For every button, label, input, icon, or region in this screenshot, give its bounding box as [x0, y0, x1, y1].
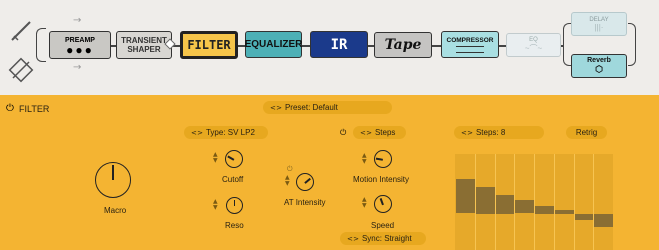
- step-divider: [534, 154, 535, 250]
- updown-icon[interactable]: ▲ ▼: [213, 152, 218, 164]
- step-divider: [554, 154, 555, 250]
- motion-mode-label: Steps: [374, 128, 396, 137]
- compressor-icon: [456, 45, 484, 53]
- steps-count-label: Steps: 8: [475, 128, 506, 137]
- motion-mode-selector[interactable]: < > Steps: [353, 126, 406, 139]
- module-ir[interactable]: IR: [310, 31, 368, 58]
- power-icon[interactable]: ⏻: [6, 103, 14, 114]
- step-bar[interactable]: [476, 187, 495, 214]
- eq-curve-icon: ~⌒~: [524, 43, 543, 53]
- step-sequencer[interactable]: [455, 154, 613, 250]
- chain-link: [302, 45, 310, 47]
- module-filter[interactable]: FILTER: [180, 31, 238, 59]
- step-bar[interactable]: [594, 214, 613, 227]
- preset-label: Preset: Default: [284, 103, 338, 112]
- module-label: TRANSIENT SHAPER: [121, 36, 167, 54]
- reso-label: Reso: [225, 221, 244, 230]
- step-bar[interactable]: [555, 210, 574, 214]
- updown-icon[interactable]: ▲ ▼: [362, 153, 367, 165]
- filter-panel: ⏻ FILTER < > Preset: Default < > Type: S…: [0, 95, 659, 250]
- knob-indicator: [233, 200, 236, 206]
- sync-selector[interactable]: < > Sync: Straight: [340, 232, 426, 245]
- preamp-dots: ●●●: [66, 42, 94, 57]
- module-preamp[interactable]: PREAMP ●●●: [49, 31, 111, 59]
- updown-icon[interactable]: ▲ ▼: [362, 197, 367, 209]
- cutoff-label: Cutoff: [222, 175, 244, 184]
- knob-indicator: [227, 155, 235, 161]
- prev-next-icon: < >: [270, 103, 282, 112]
- arrow-icon: →: [73, 15, 82, 26]
- step-divider: [574, 154, 575, 250]
- prev-next-icon: < >: [191, 128, 203, 137]
- sync-label: Sync: Straight: [361, 234, 412, 243]
- at-intensity-label: AT Intensity: [284, 198, 326, 207]
- chain-bracket-join: [628, 23, 636, 66]
- panel-title: FILTER: [19, 104, 50, 114]
- type-label: Type: SV LP2: [205, 128, 255, 137]
- step-bar[interactable]: [575, 214, 594, 220]
- module-label: Reverb: [587, 57, 611, 64]
- module-label: COMPRESSOR: [446, 36, 494, 44]
- at-power-icon[interactable]: ⏻: [287, 165, 293, 174]
- step-bar[interactable]: [535, 206, 554, 214]
- module-transient-shaper[interactable]: TRANSIENT SHAPER: [116, 31, 172, 59]
- midi-plugin-icon[interactable]: [8, 57, 34, 83]
- step-bar[interactable]: [515, 200, 534, 213]
- step-bar[interactable]: [456, 179, 475, 213]
- prev-next-icon: < >: [360, 128, 372, 137]
- chain-link: [499, 45, 506, 47]
- at-intensity-knob[interactable]: [296, 173, 314, 191]
- macro-knob[interactable]: [95, 162, 131, 198]
- retrig-button[interactable]: Retrig: [566, 126, 607, 139]
- motion-intensity-label: Motion Intensity: [353, 175, 410, 184]
- speed-label: Speed: [371, 221, 395, 230]
- step-bar[interactable]: [496, 195, 515, 214]
- retrig-label: Retrig: [575, 128, 598, 137]
- module-equalizer[interactable]: EQUALIZER: [245, 31, 302, 58]
- module-label: FILTER: [187, 38, 231, 52]
- chain-link: [561, 45, 564, 47]
- reso-knob[interactable]: [226, 197, 243, 214]
- delay-icon: |||·: [594, 22, 604, 32]
- cube-icon: ⬡: [595, 64, 603, 74]
- module-eq-bypassed[interactable]: EQ ~⌒~: [506, 33, 561, 57]
- motion-intensity-knob[interactable]: [374, 150, 392, 168]
- prev-next-icon: < >: [347, 234, 359, 243]
- preset-selector[interactable]: < > Preset: Default: [263, 101, 392, 114]
- prev-next-icon: < >: [461, 128, 473, 137]
- arrow-icon: →: [73, 62, 82, 73]
- module-compressor[interactable]: COMPRESSOR: [441, 31, 499, 58]
- knob-indicator: [379, 198, 384, 206]
- knob-indicator: [304, 177, 311, 184]
- signal-chain: → → PREAMP ●●● TRANSIENT SHAPER FILTER EQ…: [0, 0, 659, 95]
- cutoff-knob[interactable]: [225, 150, 243, 168]
- updown-icon[interactable]: ▲ ▼: [213, 199, 218, 211]
- type-selector[interactable]: < > Type: SV LP2: [184, 126, 268, 139]
- macro-label: Macro: [104, 206, 127, 215]
- module-delay-bypassed[interactable]: DELAY |||·: [571, 12, 627, 36]
- chain-link: [432, 45, 441, 47]
- module-tape[interactable]: Tape: [374, 32, 432, 58]
- chain-bracket-left: [36, 28, 46, 62]
- module-reverb[interactable]: Reverb ⬡: [571, 54, 627, 78]
- steps-count-selector[interactable]: < > Steps: 8: [454, 126, 544, 139]
- module-label: EQUALIZER: [244, 39, 303, 50]
- updown-icon[interactable]: ▲ ▼: [285, 175, 290, 187]
- speed-knob[interactable]: [374, 195, 392, 213]
- guitar-icon[interactable]: [8, 18, 34, 44]
- knob-indicator: [112, 165, 114, 180]
- step-divider: [593, 154, 594, 250]
- motion-power-icon[interactable]: ⏻: [340, 128, 346, 138]
- module-label: Tape: [384, 37, 422, 53]
- knob-indicator: [375, 157, 384, 161]
- chain-bracket-split: [563, 23, 571, 66]
- module-label: IR: [330, 36, 348, 53]
